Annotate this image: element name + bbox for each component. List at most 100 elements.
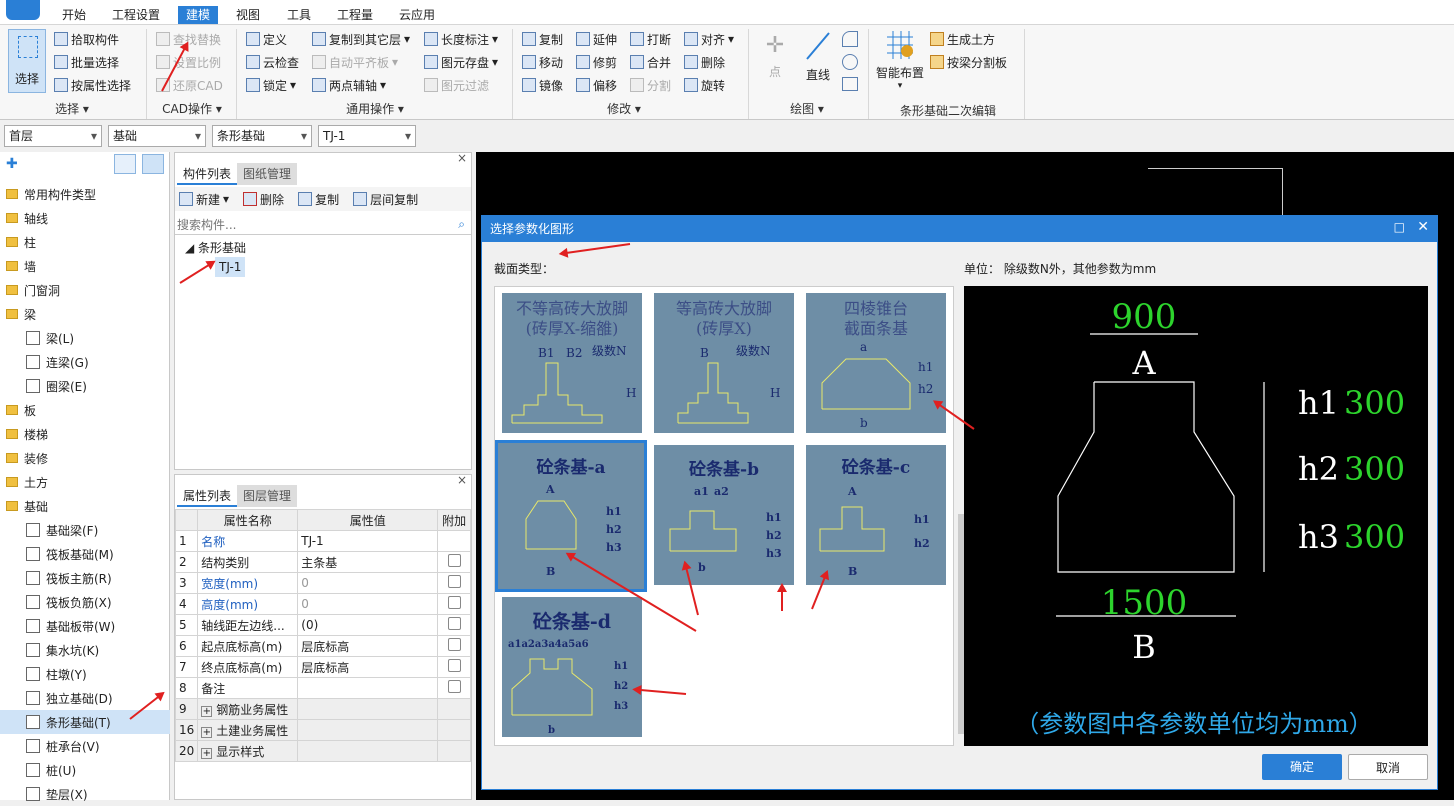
- ok-button[interactable]: 确定: [1262, 754, 1342, 780]
- tree-item[interactable]: 集水坑(K): [0, 638, 170, 662]
- close-icon[interactable]: ×: [457, 151, 467, 165]
- extend-button[interactable]: 延伸: [576, 29, 617, 49]
- extra-checkbox[interactable]: [447, 575, 461, 588]
- menu-start[interactable]: 开始: [62, 6, 86, 24]
- tree-item[interactable]: 常用构件类型: [0, 182, 170, 206]
- extra-checkbox[interactable]: [447, 617, 461, 630]
- property-value[interactable]: 层底标高: [297, 656, 439, 678]
- search-input[interactable]: [175, 215, 471, 235]
- property-value[interactable]: 主条基: [297, 551, 439, 573]
- menu-tools[interactable]: 工具: [287, 6, 311, 24]
- copy-to-other-layer-button[interactable]: 复制到其它层 ▾: [312, 29, 410, 49]
- extra-checkbox[interactable]: [447, 659, 461, 672]
- expand-icon[interactable]: +: [201, 705, 213, 717]
- extra-checkbox[interactable]: [447, 680, 461, 693]
- tab-property-list[interactable]: 属性列表: [177, 485, 238, 507]
- tree-item[interactable]: 圈梁(E): [0, 374, 170, 398]
- list-view-icon[interactable]: [114, 154, 136, 174]
- property-row[interactable]: 16 + 土建业务属性: [174, 719, 471, 741]
- property-value[interactable]: 0: [297, 593, 439, 615]
- add-icon[interactable]: ✚: [6, 156, 18, 172]
- select-by-property-button[interactable]: 按属性选择: [54, 75, 131, 95]
- batch-select-button[interactable]: 批量选择: [54, 52, 119, 72]
- tree-item[interactable]: 桩(U): [0, 758, 170, 782]
- tree-item[interactable]: 门窗洞: [0, 278, 170, 302]
- component-combo[interactable]: TJ-1: [318, 125, 416, 147]
- tree-item[interactable]: 轴线: [0, 206, 170, 230]
- property-row[interactable]: 9 + 钢筋业务属性: [174, 698, 471, 720]
- move-button[interactable]: 移动: [522, 52, 563, 72]
- expand-icon[interactable]: +: [201, 726, 213, 738]
- category-combo[interactable]: 基础: [108, 125, 206, 147]
- delete-component-button[interactable]: 删除: [243, 189, 284, 209]
- new-button[interactable]: 新建 ▾: [179, 189, 229, 209]
- maximize-icon[interactable]: □: [1394, 220, 1405, 234]
- copy-between-layers-button[interactable]: 层间复制: [353, 189, 418, 209]
- tree-item[interactable]: 墙: [0, 254, 170, 278]
- type-combo[interactable]: 条形基础: [212, 125, 312, 147]
- align-button[interactable]: 对齐 ▾: [684, 29, 734, 49]
- tree-item[interactable]: 柱墩(Y): [0, 662, 170, 686]
- menu-modeling[interactable]: 建模: [178, 6, 219, 24]
- length-dimension-button[interactable]: 长度标注 ▾: [424, 29, 498, 49]
- trim-button[interactable]: 修剪: [576, 52, 617, 72]
- thumb-concrete-c[interactable]: 砼条基-c Ah1 h2 B: [806, 445, 946, 585]
- line-button[interactable]: 直线: [800, 29, 836, 85]
- generate-earthwork-button[interactable]: 生成土方: [930, 29, 995, 49]
- property-row[interactable]: 7 终点底标高(m) 层底标高: [174, 656, 471, 678]
- split-slab-by-beam-button[interactable]: 按梁分割板: [930, 52, 1007, 72]
- property-row[interactable]: 20 + 显示样式: [174, 740, 471, 762]
- two-point-axis-button[interactable]: 两点辅轴 ▾: [312, 75, 386, 95]
- extra-checkbox[interactable]: [447, 638, 461, 651]
- tree-item[interactable]: 基础: [0, 494, 170, 518]
- cancel-button[interactable]: 取消: [1348, 754, 1428, 780]
- tree-item-tj1[interactable]: TJ-1: [215, 257, 246, 277]
- merge-button[interactable]: 合并: [630, 52, 671, 72]
- app-logo[interactable]: [6, 0, 40, 20]
- property-row[interactable]: 8 备注: [174, 677, 471, 699]
- thumb-concrete-a[interactable]: 砼条基-a Ah1 h2 h3 B: [495, 440, 647, 592]
- property-value[interactable]: [297, 677, 439, 699]
- save-element-button[interactable]: 图元存盘 ▾: [424, 52, 498, 72]
- mirror-button[interactable]: 镜像: [522, 75, 563, 95]
- tree-item[interactable]: 连梁(G): [0, 350, 170, 374]
- tree-item[interactable]: 筏板主筋(R): [0, 566, 170, 590]
- lock-button[interactable]: 锁定 ▾: [246, 75, 296, 95]
- tree-item[interactable]: 基础板带(W): [0, 614, 170, 638]
- property-value[interactable]: [297, 740, 439, 762]
- tree-item[interactable]: 土方: [0, 470, 170, 494]
- property-value[interactable]: 层底标高: [297, 635, 439, 657]
- menu-cloud[interactable]: 云应用: [399, 6, 435, 24]
- tab-drawing-manager[interactable]: 图纸管理: [237, 163, 298, 185]
- tree-item[interactable]: 基础梁(F): [0, 518, 170, 542]
- tab-layer-manager[interactable]: 图层管理: [237, 485, 298, 507]
- property-row[interactable]: 1 名称 TJ-1: [174, 530, 471, 552]
- tree-item[interactable]: 楼梯: [0, 422, 170, 446]
- copy-button[interactable]: 复制: [522, 29, 563, 49]
- delete-button[interactable]: 删除: [684, 52, 725, 72]
- tree-item[interactable]: 桩承台(V): [0, 734, 170, 758]
- close-icon[interactable]: ×: [457, 473, 467, 487]
- smart-layout-button[interactable]: 智能布置 ▾: [874, 29, 926, 95]
- cloud-check-button[interactable]: 云检查: [246, 52, 299, 72]
- tree-item[interactable]: 条形基础(T): [0, 710, 170, 734]
- tree-item[interactable]: 筏板负筋(X): [0, 590, 170, 614]
- offset-button[interactable]: 偏移: [576, 75, 617, 95]
- property-row[interactable]: 3 宽度(mm) 0: [174, 572, 471, 594]
- thumb-pyramid-strip[interactable]: 四棱锥台 截面条基 a h1 h2 b: [806, 293, 946, 433]
- tree-item[interactable]: 板: [0, 398, 170, 422]
- tree-item[interactable]: 装修: [0, 446, 170, 470]
- rotate-button[interactable]: 旋转: [684, 75, 725, 95]
- tab-component-list[interactable]: 构件列表: [177, 163, 238, 185]
- extra-checkbox[interactable]: [447, 596, 461, 609]
- break-button[interactable]: 打断: [630, 29, 671, 49]
- circle-icon[interactable]: [842, 54, 858, 70]
- thumb-unequal-brick[interactable]: 不等高砖大放脚 (砖厚X-缩雒) B1 B2 级数N H: [502, 293, 642, 433]
- rectangle-icon[interactable]: [842, 77, 858, 91]
- pick-component-button[interactable]: 拾取构件: [54, 29, 119, 49]
- property-value[interactable]: (0): [297, 614, 439, 636]
- property-value[interactable]: TJ-1: [297, 530, 439, 552]
- menu-project-settings[interactable]: 工程设置: [112, 6, 160, 24]
- tree-parent-strip-base[interactable]: ◢ 条形基础: [185, 239, 246, 256]
- property-value[interactable]: 0: [297, 572, 439, 594]
